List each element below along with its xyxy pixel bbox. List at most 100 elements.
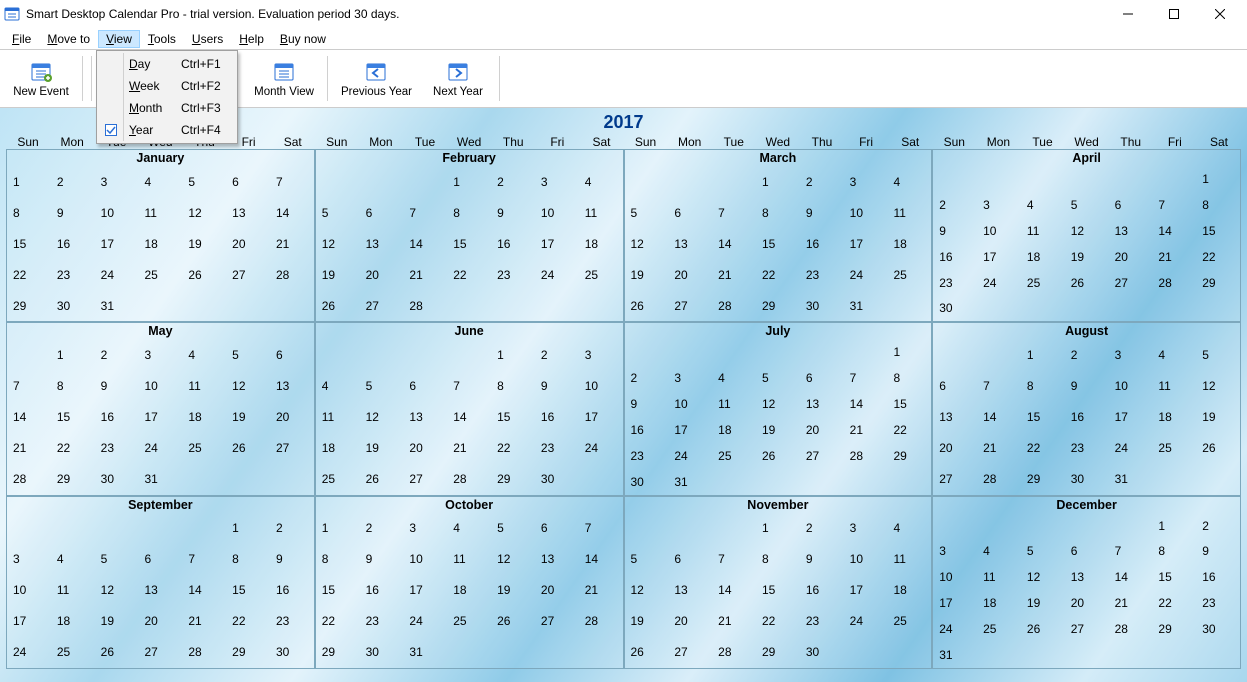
- day-cell[interactable]: 13: [535, 544, 579, 575]
- day-cell[interactable]: 7: [1109, 539, 1153, 565]
- day-cell[interactable]: 6: [226, 166, 270, 197]
- day-cell[interactable]: 9: [625, 391, 669, 417]
- day-cell[interactable]: 4: [887, 513, 931, 544]
- day-cell[interactable]: 7: [447, 370, 491, 401]
- day-cell[interactable]: 4: [182, 339, 226, 370]
- day-cell[interactable]: 29: [756, 637, 800, 668]
- day-cell[interactable]: 24: [1109, 433, 1153, 464]
- day-cell[interactable]: 8: [1021, 370, 1065, 401]
- day-cell[interactable]: 6: [403, 370, 447, 401]
- day-cell[interactable]: 18: [887, 228, 931, 259]
- day-cell[interactable]: 1: [1021, 339, 1065, 370]
- day-cell[interactable]: 23: [51, 259, 95, 290]
- day-cell[interactable]: 19: [1196, 401, 1240, 432]
- day-cell[interactable]: 12: [625, 228, 669, 259]
- day-cell[interactable]: 11: [1021, 218, 1065, 244]
- day-cell[interactable]: 22: [316, 606, 360, 637]
- day-cell[interactable]: 18: [712, 417, 756, 443]
- day-cell[interactable]: 18: [1021, 244, 1065, 270]
- day-cell[interactable]: 10: [579, 370, 623, 401]
- day-cell[interactable]: 16: [51, 228, 95, 259]
- day-cell[interactable]: 26: [95, 637, 139, 668]
- day-cell[interactable]: 20: [360, 259, 404, 290]
- day-cell[interactable]: 23: [491, 259, 535, 290]
- day-cell[interactable]: 6: [138, 544, 182, 575]
- day-cell[interactable]: 23: [360, 606, 404, 637]
- day-cell[interactable]: 27: [800, 443, 844, 469]
- day-cell[interactable]: 27: [1109, 270, 1153, 296]
- day-cell[interactable]: 14: [977, 401, 1021, 432]
- day-cell[interactable]: 7: [7, 370, 51, 401]
- day-cell[interactable]: 13: [1065, 564, 1109, 590]
- day-cell[interactable]: 18: [138, 228, 182, 259]
- minimize-button[interactable]: [1105, 0, 1151, 28]
- day-cell[interactable]: 25: [977, 616, 1021, 642]
- day-cell[interactable]: 18: [887, 575, 931, 606]
- day-cell[interactable]: 1: [1152, 513, 1196, 539]
- day-cell[interactable]: 3: [579, 339, 623, 370]
- day-cell[interactable]: 6: [535, 513, 579, 544]
- day-cell[interactable]: 4: [887, 166, 931, 197]
- day-cell[interactable]: 2: [800, 166, 844, 197]
- day-cell[interactable]: 17: [7, 606, 51, 637]
- day-cell[interactable]: 16: [1065, 401, 1109, 432]
- day-cell[interactable]: 10: [668, 391, 712, 417]
- day-cell[interactable]: 24: [403, 606, 447, 637]
- day-cell[interactable]: 17: [844, 228, 888, 259]
- day-cell[interactable]: 8: [887, 365, 931, 391]
- day-cell[interactable]: 8: [756, 544, 800, 575]
- day-cell[interactable]: 7: [403, 197, 447, 228]
- day-cell[interactable]: 21: [712, 606, 756, 637]
- day-cell[interactable]: 16: [800, 228, 844, 259]
- day-cell[interactable]: 31: [844, 290, 888, 321]
- day-cell[interactable]: 22: [1152, 590, 1196, 616]
- day-cell[interactable]: 19: [1021, 590, 1065, 616]
- day-cell[interactable]: 14: [1109, 564, 1153, 590]
- day-cell[interactable]: 30: [360, 637, 404, 668]
- day-cell[interactable]: 23: [95, 433, 139, 464]
- day-cell[interactable]: 11: [51, 575, 95, 606]
- day-cell[interactable]: 1: [7, 166, 51, 197]
- menu-tools[interactable]: Tools: [140, 30, 184, 48]
- day-cell[interactable]: 30: [625, 469, 669, 495]
- day-cell[interactable]: 25: [579, 259, 623, 290]
- day-cell[interactable]: 17: [668, 417, 712, 443]
- day-cell[interactable]: 11: [1152, 370, 1196, 401]
- day-cell[interactable]: 3: [844, 513, 888, 544]
- day-cell[interactable]: 14: [447, 401, 491, 432]
- day-cell[interactable]: 20: [270, 401, 314, 432]
- day-cell[interactable]: 29: [226, 637, 270, 668]
- day-cell[interactable]: 19: [1065, 244, 1109, 270]
- day-cell[interactable]: 17: [977, 244, 1021, 270]
- day-cell[interactable]: 26: [625, 290, 669, 321]
- day-cell[interactable]: 1: [226, 513, 270, 544]
- day-cell[interactable]: 1: [756, 513, 800, 544]
- day-cell[interactable]: 14: [7, 401, 51, 432]
- day-cell[interactable]: 31: [95, 290, 139, 321]
- day-cell[interactable]: 9: [95, 370, 139, 401]
- day-cell[interactable]: 17: [1109, 401, 1153, 432]
- day-cell[interactable]: 15: [51, 401, 95, 432]
- day-cell[interactable]: 26: [1196, 433, 1240, 464]
- day-cell[interactable]: 12: [226, 370, 270, 401]
- day-cell[interactable]: 19: [491, 575, 535, 606]
- day-cell[interactable]: 9: [270, 544, 314, 575]
- day-cell[interactable]: 7: [977, 370, 1021, 401]
- day-cell[interactable]: 19: [95, 606, 139, 637]
- day-cell[interactable]: 18: [51, 606, 95, 637]
- day-cell[interactable]: 28: [1152, 270, 1196, 296]
- day-cell[interactable]: 13: [226, 197, 270, 228]
- day-cell[interactable]: 11: [182, 370, 226, 401]
- day-cell[interactable]: 20: [535, 575, 579, 606]
- day-cell[interactable]: 26: [1065, 270, 1109, 296]
- day-cell[interactable]: 20: [226, 228, 270, 259]
- day-cell[interactable]: 16: [360, 575, 404, 606]
- day-cell[interactable]: 29: [1021, 464, 1065, 495]
- day-cell[interactable]: 28: [270, 259, 314, 290]
- day-cell[interactable]: 30: [1196, 616, 1240, 642]
- day-cell[interactable]: 22: [491, 433, 535, 464]
- day-cell[interactable]: 11: [887, 197, 931, 228]
- day-cell[interactable]: 22: [447, 259, 491, 290]
- day-cell[interactable]: 24: [7, 637, 51, 668]
- day-cell[interactable]: 4: [1021, 192, 1065, 218]
